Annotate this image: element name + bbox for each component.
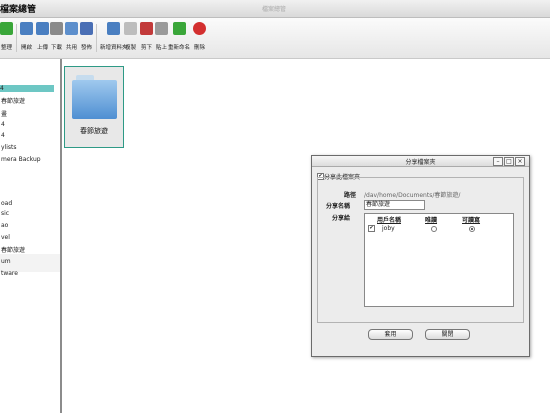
tree-item[interactable]: sic xyxy=(1,210,9,217)
tree-item[interactable]: 4 xyxy=(1,121,5,128)
dialog-titlebar[interactable]: 分享檔案夾 – □ × xyxy=(312,156,529,167)
toolbar-button-8[interactable]: 剪下 xyxy=(140,22,153,51)
user-name: joby xyxy=(382,225,395,232)
folder-tree[interactable]: 4 春節旅遊畫 4 4 ylists mera Backup oad sic ao vel 春節旅遊… xyxy=(0,59,62,413)
toolbar-button-1[interactable]: 開啟 xyxy=(20,22,33,51)
toolbar-button-10[interactable]: 重新命名 xyxy=(168,22,190,51)
user-checkbox[interactable]: ✔ xyxy=(368,225,375,232)
share-options-group: 路徑 /dav/home/Documents/春節旅遊/ 分享名稱 春節旅遊 分… xyxy=(317,177,524,323)
refresh-icon xyxy=(0,22,13,35)
toolbar-button-label: 共用 xyxy=(65,45,77,51)
tree-item[interactable]: oad xyxy=(1,200,12,207)
toolbar-button-9[interactable]: 貼上 xyxy=(155,22,168,51)
share-folder-dialog: 分享檔案夾 – □ × ✔ 分享此檔案夾 路徑 /dav/home/Docume… xyxy=(311,155,530,357)
window-title: 檔案總管 xyxy=(0,5,37,15)
toolbar-button-4[interactable]: 共用 xyxy=(65,22,78,51)
tree-item[interactable]: 4 xyxy=(1,132,5,139)
toolbar-button-label: 刪除 xyxy=(193,45,205,51)
toolbar-button-label: 複製 xyxy=(124,45,136,51)
tree-item[interactable]: ylists xyxy=(1,144,17,151)
publish-icon xyxy=(80,22,93,35)
table-row[interactable]: ✔ joby xyxy=(365,224,513,232)
share-name-label: 分享名稱 xyxy=(326,203,351,210)
col-header-username: 用戶名稱 xyxy=(377,217,402,224)
copy-icon xyxy=(124,22,137,35)
toolbar: 整理 開啟 上傳 下載 共用 發佈 新增資料夾 複製 剪下 貼上 重新命名 刪除 xyxy=(0,18,550,59)
share-name-input[interactable]: 春節旅遊 xyxy=(364,200,425,210)
toolbar-button-label: 重新命名 xyxy=(168,45,191,51)
upload-icon xyxy=(36,22,49,35)
tree-item[interactable]: 畫 xyxy=(1,109,7,118)
cut-icon xyxy=(140,22,153,35)
share-to-label: 分享給 xyxy=(332,215,351,222)
toolbar-button-label: 剪下 xyxy=(140,45,152,51)
col-header-read-only: 唯讀 xyxy=(425,217,438,224)
toolbar-button-11[interactable]: 刪除 xyxy=(193,22,206,51)
folder-icon xyxy=(72,75,117,119)
tree-item[interactable]: vel xyxy=(1,234,10,241)
tree-item[interactable]: ao xyxy=(1,222,8,229)
toolbar-button-label: 開啟 xyxy=(20,45,32,51)
toolbar-separator xyxy=(16,24,17,52)
paste-icon xyxy=(155,22,168,35)
path-value: /dav/home/Documents/春節旅遊/ xyxy=(364,192,461,199)
window-ghost-title: 檔案總管 xyxy=(262,6,287,13)
toolbar-button-2[interactable]: 上傳 xyxy=(36,22,49,51)
share-icon xyxy=(65,22,78,35)
download-icon xyxy=(50,22,63,35)
toolbar-button-7[interactable]: 複製 xyxy=(124,22,137,51)
toolbar-button-label: 發佈 xyxy=(80,45,92,51)
share-users-table: 用戶名稱 唯讀 可讀寫 ✔ joby xyxy=(364,213,514,307)
toolbar-separator xyxy=(96,24,97,52)
minimize-icon[interactable]: – xyxy=(493,157,503,166)
new-folder-icon xyxy=(107,22,121,35)
delete-icon xyxy=(193,22,206,35)
path-label: 路徑 xyxy=(344,192,357,199)
toolbar-button-5[interactable]: 發佈 xyxy=(80,22,93,51)
rename-icon xyxy=(172,22,186,35)
window-titlebar: 檔案總管 檔案總管 xyxy=(0,0,550,18)
tree-item[interactable]: um xyxy=(1,258,11,265)
tree-item[interactable]: 春節旅遊 xyxy=(1,96,25,105)
toolbar-button-label: 下載 xyxy=(50,45,62,51)
tree-item[interactable]: 4 xyxy=(0,85,54,92)
folder-name: 春節旅遊 xyxy=(80,127,108,135)
toolbar-button-0[interactable]: 整理 xyxy=(0,22,13,51)
maximize-icon[interactable]: □ xyxy=(504,157,514,166)
close-icon[interactable]: × xyxy=(515,157,525,166)
toolbar-button-label: 整理 xyxy=(0,45,12,51)
read-only-radio[interactable] xyxy=(431,226,437,232)
col-header-read-write: 可讀寫 xyxy=(462,217,481,224)
toolbar-button-3[interactable]: 下載 xyxy=(50,22,63,51)
tree-item[interactable]: tware xyxy=(1,270,18,277)
toolbar-button-label: 貼上 xyxy=(155,45,167,51)
tree-item[interactable]: mera Backup xyxy=(1,156,41,163)
toolbar-button-label: 上傳 xyxy=(36,45,48,51)
read-write-radio[interactable] xyxy=(469,226,475,232)
apply-button[interactable]: 套用 xyxy=(368,329,413,340)
close-button[interactable]: 關閉 xyxy=(425,329,470,340)
tree-item[interactable]: 春節旅遊 xyxy=(1,245,25,254)
folder-item[interactable]: 春節旅遊 xyxy=(64,66,124,148)
open-folder-icon xyxy=(20,22,33,35)
